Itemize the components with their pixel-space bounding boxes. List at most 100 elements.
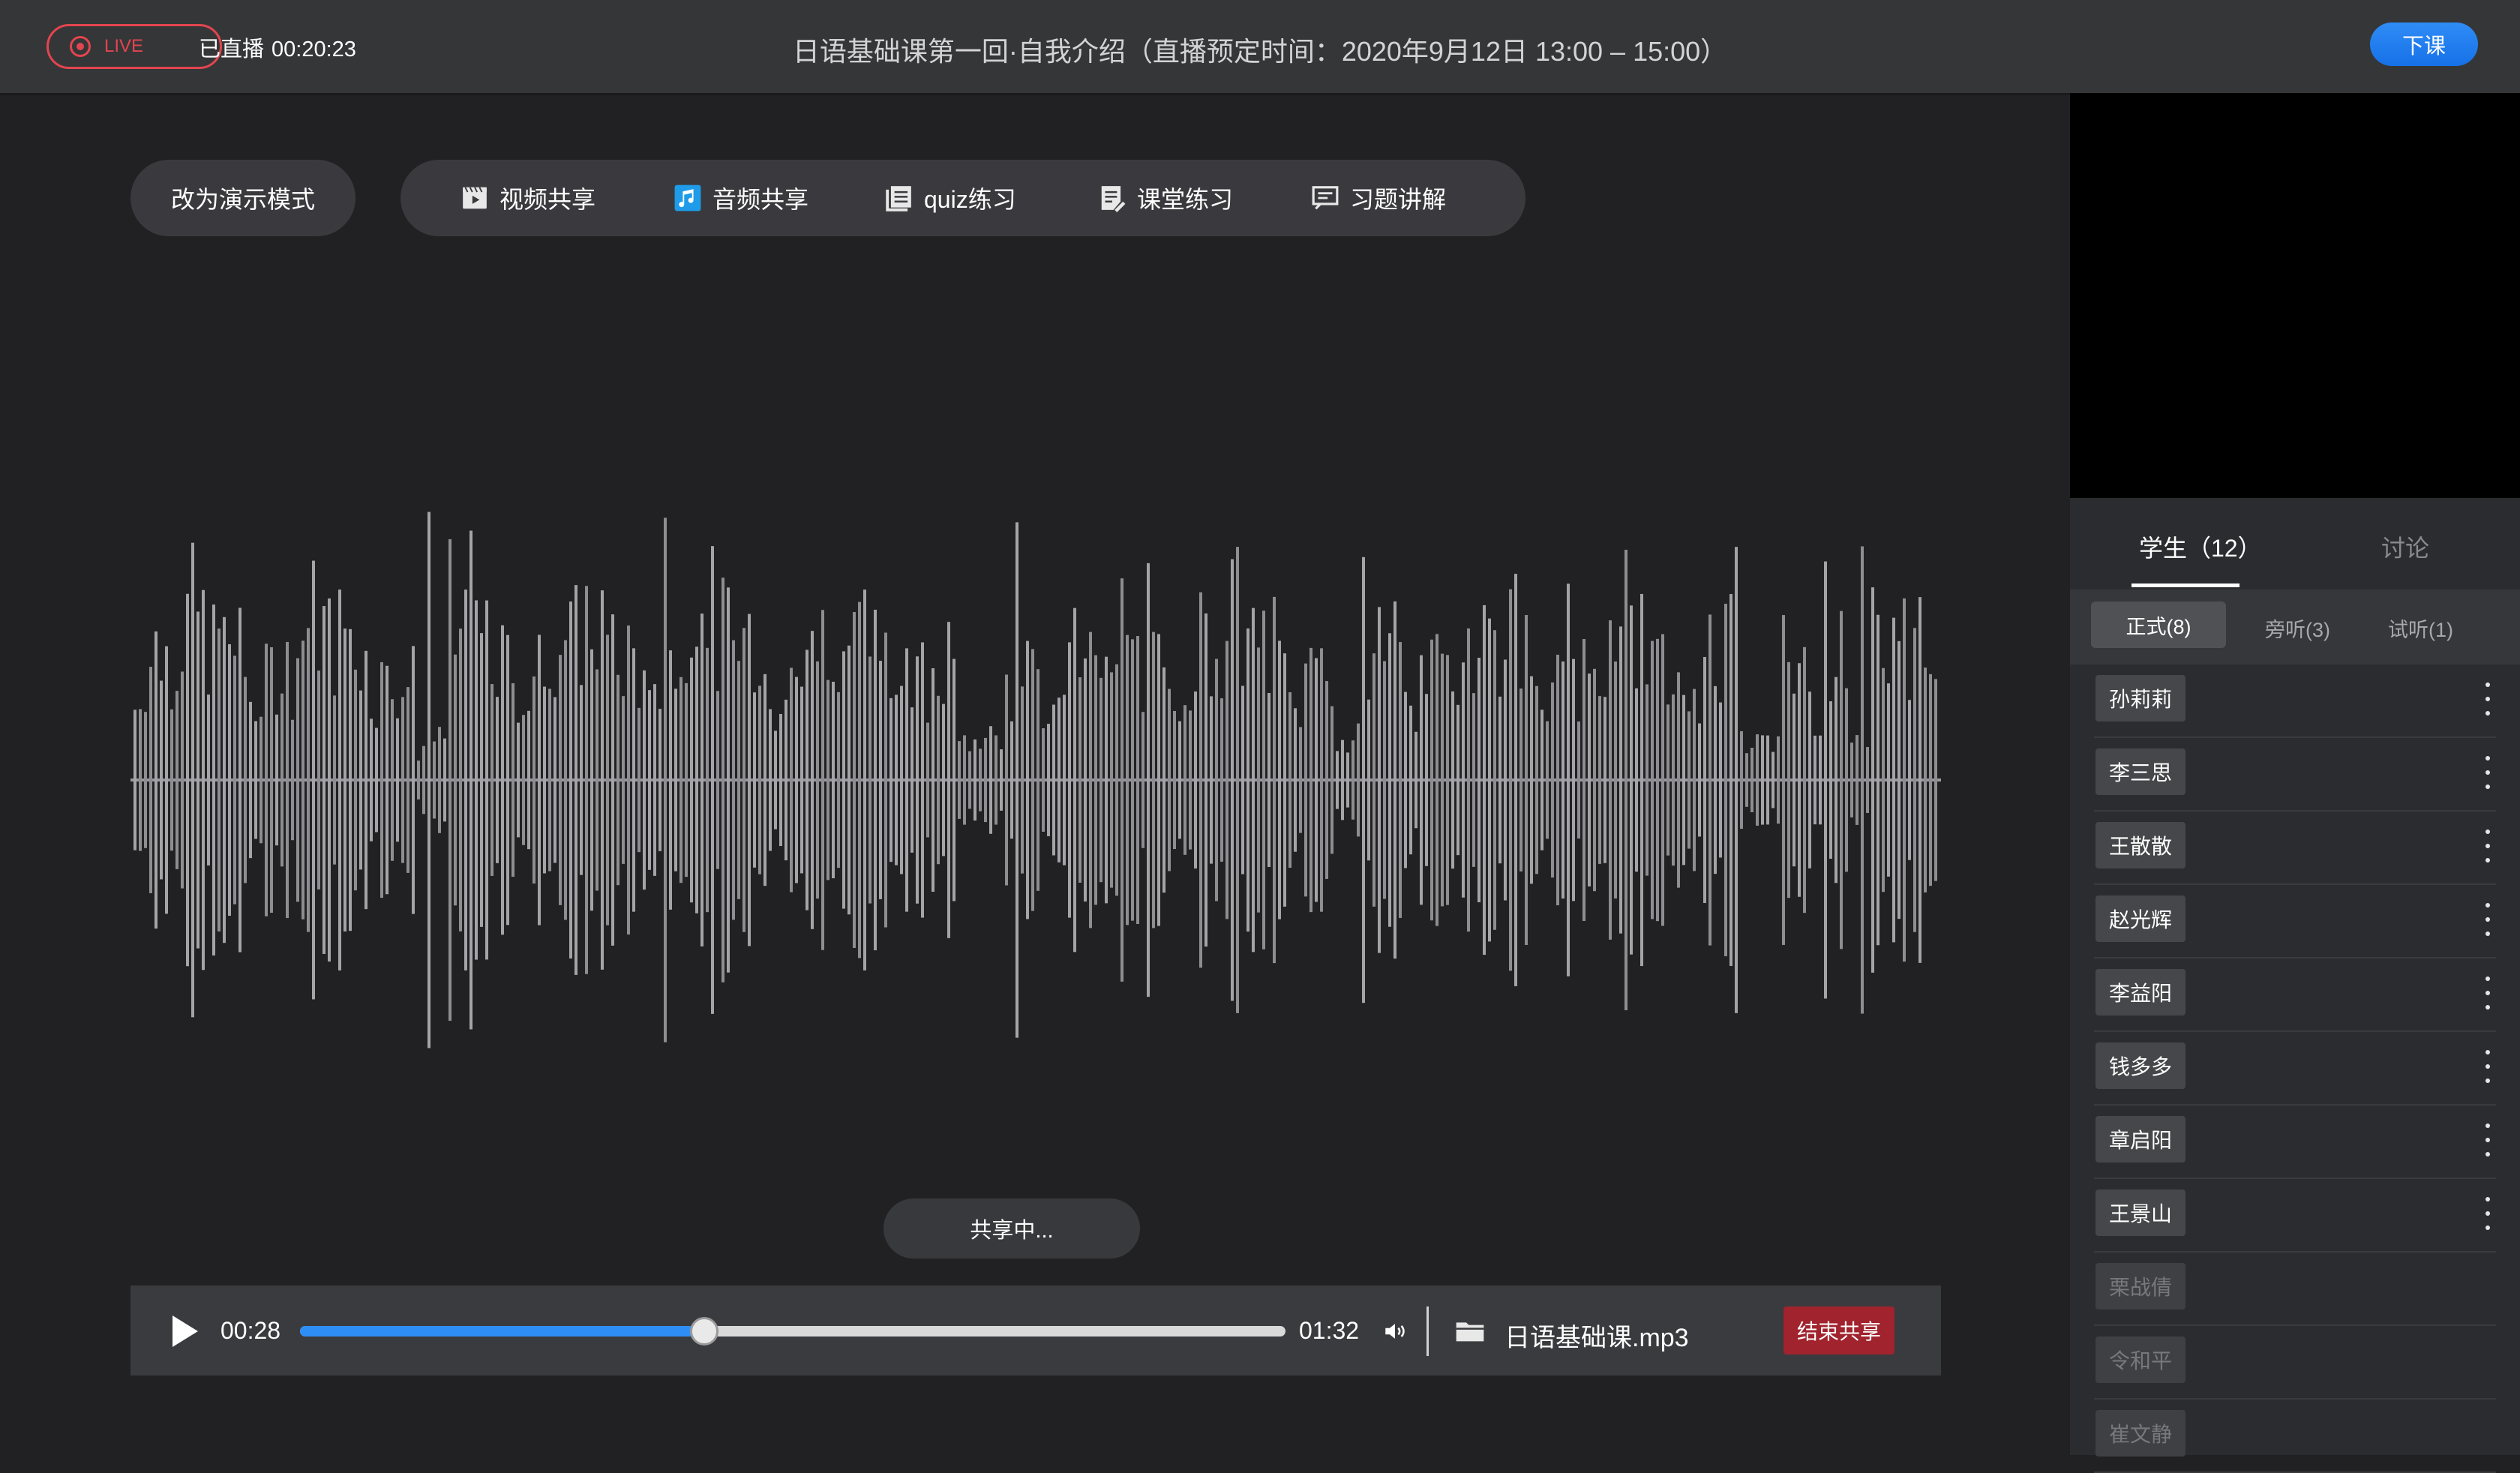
waveform-bar (1624, 550, 1628, 1010)
waveform-bar (438, 727, 441, 833)
student-row[interactable]: 李益阳 (2094, 958, 2496, 1032)
waveform-bar (769, 709, 772, 851)
more-options-icon[interactable] (2486, 1124, 2490, 1156)
volume-icon[interactable] (1382, 1318, 1408, 1344)
quiz-button[interactable]: quiz练习 (885, 160, 1016, 236)
waveform-bar (448, 538, 452, 1022)
waveform-bar (286, 641, 289, 919)
exercise-explain-label: 习题讲解 (1350, 186, 1447, 213)
subtab-trial[interactable]: 试听(1) (2388, 614, 2453, 643)
waveform-bar (643, 670, 646, 890)
explain-icon (1312, 186, 1339, 210)
waveform-bar (1016, 522, 1018, 1038)
student-row[interactable]: 栗战倩 (2094, 1252, 2496, 1326)
waveform-bar (753, 692, 756, 868)
student-name: 赵光辉 (2096, 896, 2186, 942)
waveform-bar (1436, 634, 1438, 926)
waveform-bar (1588, 674, 1591, 886)
waveform-bar (359, 690, 362, 870)
waveform-bar (1404, 692, 1407, 868)
waveform-bar (1021, 686, 1024, 874)
waveform-bar (218, 628, 220, 932)
waveform-bar (1761, 735, 1764, 825)
waveform-bar (1572, 658, 1575, 902)
progress-handle[interactable] (689, 1317, 718, 1346)
waveform-bar (1068, 642, 1071, 918)
waveform-bar (1115, 664, 1118, 896)
waveform-bar (1719, 702, 1722, 858)
waveform-bar (1372, 653, 1376, 907)
audio-share-button[interactable]: 音频共享 (674, 160, 808, 236)
waveform-bar (632, 648, 635, 912)
video-share-button[interactable]: 视频共享 (460, 160, 596, 236)
waveform-bar (1446, 655, 1449, 905)
waveform-bar (512, 682, 514, 878)
end-class-button[interactable]: 下课 (2370, 22, 2478, 66)
exercise-explain-button[interactable]: 习题讲解 (1311, 160, 1446, 236)
student-row[interactable]: 崔文静 (2094, 1400, 2496, 1473)
waveform-bar (895, 694, 898, 866)
waveform-bar (1876, 614, 1880, 946)
waveform-bar (1288, 692, 1292, 868)
waveform-bar (947, 622, 950, 938)
waveform-bar (1504, 659, 1507, 901)
waveform-bar (564, 640, 567, 920)
waveform-bar (1204, 613, 1208, 947)
quiz-icon (886, 186, 911, 212)
student-row[interactable]: 章启阳 (2094, 1106, 2496, 1179)
subtab-formal[interactable]: 正式(8) (2091, 602, 2226, 648)
more-options-icon[interactable] (2486, 1050, 2490, 1083)
waveform-bar (1819, 735, 1822, 825)
waveform-bar (1120, 578, 1124, 982)
waveform-bar (1535, 686, 1538, 874)
waveform-bar (1892, 617, 1895, 943)
waveform-bar (1063, 694, 1066, 866)
progress-track[interactable] (300, 1317, 1286, 1346)
more-options-icon[interactable] (2486, 756, 2490, 789)
waveform-bar (926, 722, 929, 838)
student-row[interactable]: 王景山 (2094, 1179, 2496, 1252)
waveform-bar (1078, 677, 1082, 883)
waveform-bar (349, 628, 352, 932)
more-options-icon[interactable] (2486, 682, 2490, 716)
folder-icon[interactable] (1455, 1318, 1485, 1344)
stop-sharing-button[interactable]: 结束共享 (1784, 1306, 1894, 1354)
student-row[interactable]: 令和平 (2094, 1326, 2496, 1400)
more-options-icon[interactable] (2486, 976, 2490, 1010)
tab-discussion[interactable]: 讨论 (2381, 530, 2429, 564)
classroom-exercise-button[interactable]: 课堂练习 (1098, 160, 1233, 236)
waveform-bar (1414, 731, 1418, 829)
more-options-icon[interactable] (2486, 903, 2490, 936)
tab-students[interactable]: 学生（12） (2139, 530, 2262, 564)
more-options-icon[interactable] (2486, 1197, 2490, 1230)
waveform-bar (496, 697, 499, 863)
waveform-bar (1834, 676, 1838, 884)
presentation-mode-button[interactable]: 改为演示模式 (130, 160, 356, 236)
waveform-bar (1367, 699, 1370, 861)
waveform-bar (1651, 640, 1654, 920)
student-name: 李益阳 (2096, 969, 2186, 1016)
waveform-bar (401, 697, 404, 863)
student-name: 钱多多 (2096, 1042, 2186, 1089)
waveform-bar (580, 685, 583, 875)
subtab-audit[interactable]: 旁听(3) (2265, 614, 2330, 643)
class-title: 日语基础课第一回·自我介绍（直播预定时间：2020年9月12日 13:00 – … (792, 36, 1728, 67)
student-row[interactable]: 李三思 (2094, 738, 2496, 812)
play-icon[interactable] (172, 1316, 198, 1347)
waveform-bar (1246, 628, 1250, 932)
waveform-bar (1556, 654, 1559, 906)
student-row[interactable]: 孙莉莉 (2094, 664, 2496, 738)
waveform-bar (1042, 728, 1045, 832)
waveform-bar (1136, 636, 1139, 924)
student-row[interactable]: 钱多多 (2094, 1032, 2496, 1106)
student-row[interactable]: 赵光辉 (2094, 885, 2496, 958)
waveform-bar (1803, 646, 1806, 914)
waveform-bar (1226, 640, 1228, 920)
waveform-bar (344, 628, 346, 932)
waveform-bar (832, 681, 835, 879)
more-options-icon[interactable] (2486, 830, 2490, 862)
waveform-bar (532, 676, 536, 884)
waveform-bar (1320, 648, 1323, 912)
waveform-bar (816, 661, 819, 899)
student-row[interactable]: 王散散 (2094, 812, 2496, 885)
